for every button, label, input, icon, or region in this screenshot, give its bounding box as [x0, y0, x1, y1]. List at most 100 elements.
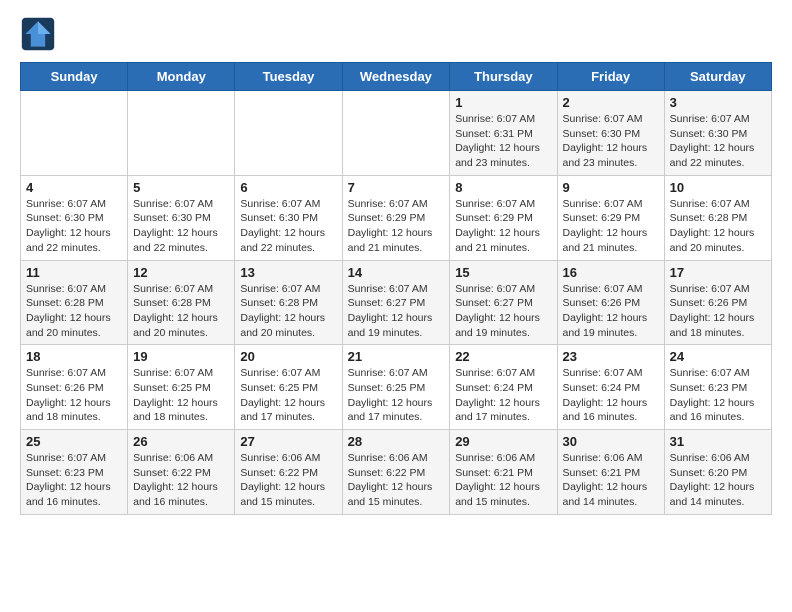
day-of-week-header: Monday [128, 63, 235, 91]
calendar-cell: 28 Sunrise: 6:06 AM Sunset: 6:22 PM Dayli… [342, 430, 450, 515]
calendar-cell: 25 Sunrise: 6:07 AM Sunset: 6:23 PM Dayli… [21, 430, 128, 515]
day-number: 30 [563, 434, 659, 449]
day-number: 16 [563, 265, 659, 280]
day-info: Sunrise: 6:07 AM Sunset: 6:29 PM Dayligh… [455, 197, 551, 256]
day-info: Sunrise: 6:07 AM Sunset: 6:29 PM Dayligh… [348, 197, 445, 256]
calendar-cell: 20Sunrise: 6:07 AM Sunset: 6:25 PM Dayli… [235, 345, 342, 430]
day-info: Sunrise: 6:06 AM Sunset: 6:22 PM Dayligh… [240, 451, 336, 510]
day-info: Sunrise: 6:07 AM Sunset: 6:24 PM Dayligh… [455, 366, 551, 425]
day-info: Sunrise: 6:07 AM Sunset: 6:24 PM Dayligh… [563, 366, 659, 425]
calendar-week-row: 25 Sunrise: 6:07 AM Sunset: 6:23 PM Dayli… [21, 430, 772, 515]
day-number: 20 [240, 349, 336, 364]
calendar-cell: 13 Sunrise: 6:07 AM Sunset: 6:28 PM Dayli… [235, 260, 342, 345]
days-of-week-row: SundayMondayTuesdayWednesdayThursdayFrid… [21, 63, 772, 91]
page-header [20, 16, 772, 52]
day-number: 9 [563, 180, 659, 195]
day-number: 29 [455, 434, 551, 449]
day-info: Sunrise: 6:06 AM Sunset: 6:21 PM Dayligh… [563, 451, 659, 510]
day-info: Sunrise: 6:07 AM Sunset: 6:25 PM Dayligh… [133, 366, 229, 425]
calendar-cell [342, 91, 450, 176]
day-info: Sunrise: 6:07 AM Sunset: 6:29 PM Dayligh… [563, 197, 659, 256]
day-number: 8 [455, 180, 551, 195]
day-info: Sunrise: 6:07 AM Sunset: 6:23 PM Dayligh… [26, 451, 122, 510]
calendar-cell: 21 Sunrise: 6:07 AM Sunset: 6:25 PM Dayli… [342, 345, 450, 430]
day-number: 6 [240, 180, 336, 195]
calendar-cell: 26 Sunrise: 6:06 AM Sunset: 6:22 PM Dayli… [128, 430, 235, 515]
calendar-header: SundayMondayTuesdayWednesdayThursdayFrid… [21, 63, 772, 91]
calendar-table: SundayMondayTuesdayWednesdayThursdayFrid… [20, 62, 772, 515]
day-info: Sunrise: 6:07 AM Sunset: 6:28 PM Dayligh… [133, 282, 229, 341]
day-of-week-header: Friday [557, 63, 664, 91]
calendar-cell: 16Sunrise: 6:07 AM Sunset: 6:26 PM Dayli… [557, 260, 664, 345]
calendar-cell [128, 91, 235, 176]
calendar-cell: 8 Sunrise: 6:07 AM Sunset: 6:29 PM Daylig… [450, 175, 557, 260]
day-info: Sunrise: 6:07 AM Sunset: 6:23 PM Dayligh… [670, 366, 766, 425]
day-info: Sunrise: 6:06 AM Sunset: 6:20 PM Dayligh… [670, 451, 766, 510]
calendar-cell: 4Sunrise: 6:07 AM Sunset: 6:30 PM Daylig… [21, 175, 128, 260]
calendar-cell: 19Sunrise: 6:07 AM Sunset: 6:25 PM Dayli… [128, 345, 235, 430]
day-info: Sunrise: 6:06 AM Sunset: 6:21 PM Dayligh… [455, 451, 551, 510]
calendar-week-row: 1Sunrise: 6:07 AM Sunset: 6:31 PM Daylig… [21, 91, 772, 176]
day-of-week-header: Wednesday [342, 63, 450, 91]
calendar-week-row: 11 Sunrise: 6:07 AM Sunset: 6:28 PM Dayli… [21, 260, 772, 345]
day-of-week-header: Saturday [664, 63, 771, 91]
day-number: 10 [670, 180, 766, 195]
calendar-cell: 30 Sunrise: 6:06 AM Sunset: 6:21 PM Dayli… [557, 430, 664, 515]
day-info: Sunrise: 6:07 AM Sunset: 6:27 PM Dayligh… [348, 282, 445, 341]
day-number: 11 [26, 265, 122, 280]
day-number: 1 [455, 95, 551, 110]
day-number: 15 [455, 265, 551, 280]
calendar-cell: 11 Sunrise: 6:07 AM Sunset: 6:28 PM Dayli… [21, 260, 128, 345]
calendar-cell: 18Sunrise: 6:07 AM Sunset: 6:26 PM Dayli… [21, 345, 128, 430]
day-info: Sunrise: 6:07 AM Sunset: 6:28 PM Dayligh… [670, 197, 766, 256]
day-number: 3 [670, 95, 766, 110]
logo [20, 16, 62, 52]
day-info: Sunrise: 6:06 AM Sunset: 6:22 PM Dayligh… [133, 451, 229, 510]
day-info: Sunrise: 6:07 AM Sunset: 6:28 PM Dayligh… [240, 282, 336, 341]
calendar-cell: 15 Sunrise: 6:07 AM Sunset: 6:27 PM Dayli… [450, 260, 557, 345]
calendar-cell: 12 Sunrise: 6:07 AM Sunset: 6:28 PM Dayli… [128, 260, 235, 345]
calendar-cell: 5 Sunrise: 6:07 AM Sunset: 6:30 PM Daylig… [128, 175, 235, 260]
day-info: Sunrise: 6:06 AM Sunset: 6:22 PM Dayligh… [348, 451, 445, 510]
day-number: 13 [240, 265, 336, 280]
day-number: 22 [455, 349, 551, 364]
day-number: 14 [348, 265, 445, 280]
day-info: Sunrise: 6:07 AM Sunset: 6:25 PM Dayligh… [348, 366, 445, 425]
calendar-cell: 9 Sunrise: 6:07 AM Sunset: 6:29 PM Daylig… [557, 175, 664, 260]
day-number: 17 [670, 265, 766, 280]
calendar-week-row: 18Sunrise: 6:07 AM Sunset: 6:26 PM Dayli… [21, 345, 772, 430]
calendar-cell: 24Sunrise: 6:07 AM Sunset: 6:23 PM Dayli… [664, 345, 771, 430]
calendar-cell: 7 Sunrise: 6:07 AM Sunset: 6:29 PM Daylig… [342, 175, 450, 260]
calendar-cell [21, 91, 128, 176]
calendar-cell: 14 Sunrise: 6:07 AM Sunset: 6:27 PM Dayli… [342, 260, 450, 345]
calendar-cell: 29 Sunrise: 6:06 AM Sunset: 6:21 PM Dayli… [450, 430, 557, 515]
day-number: 23 [563, 349, 659, 364]
day-info: Sunrise: 6:07 AM Sunset: 6:26 PM Dayligh… [670, 282, 766, 341]
day-number: 21 [348, 349, 445, 364]
day-number: 5 [133, 180, 229, 195]
calendar-cell: 27 Sunrise: 6:06 AM Sunset: 6:22 PM Dayli… [235, 430, 342, 515]
calendar-cell: 23 Sunrise: 6:07 AM Sunset: 6:24 PM Dayli… [557, 345, 664, 430]
day-number: 28 [348, 434, 445, 449]
calendar-cell: 10 Sunrise: 6:07 AM Sunset: 6:28 PM Dayli… [664, 175, 771, 260]
calendar-cell: 6Sunrise: 6:07 AM Sunset: 6:30 PM Daylig… [235, 175, 342, 260]
day-info: Sunrise: 6:07 AM Sunset: 6:27 PM Dayligh… [455, 282, 551, 341]
calendar-cell: 3 Sunrise: 6:07 AM Sunset: 6:30 PM Daylig… [664, 91, 771, 176]
day-info: Sunrise: 6:07 AM Sunset: 6:30 PM Dayligh… [670, 112, 766, 171]
day-number: 25 [26, 434, 122, 449]
day-info: Sunrise: 6:07 AM Sunset: 6:28 PM Dayligh… [26, 282, 122, 341]
day-number: 26 [133, 434, 229, 449]
day-number: 18 [26, 349, 122, 364]
day-info: Sunrise: 6:07 AM Sunset: 6:30 PM Dayligh… [133, 197, 229, 256]
calendar-cell: 31Sunrise: 6:06 AM Sunset: 6:20 PM Dayli… [664, 430, 771, 515]
day-of-week-header: Thursday [450, 63, 557, 91]
day-number: 27 [240, 434, 336, 449]
day-number: 4 [26, 180, 122, 195]
day-number: 12 [133, 265, 229, 280]
calendar-cell: 22 Sunrise: 6:07 AM Sunset: 6:24 PM Dayli… [450, 345, 557, 430]
calendar-cell: 2Sunrise: 6:07 AM Sunset: 6:30 PM Daylig… [557, 91, 664, 176]
logo-icon [20, 16, 56, 52]
day-number: 7 [348, 180, 445, 195]
calendar-cell [235, 91, 342, 176]
calendar-week-row: 4 Sunrise: 6:07 AM Sunset: 6:30 PM Daylig… [21, 175, 772, 260]
